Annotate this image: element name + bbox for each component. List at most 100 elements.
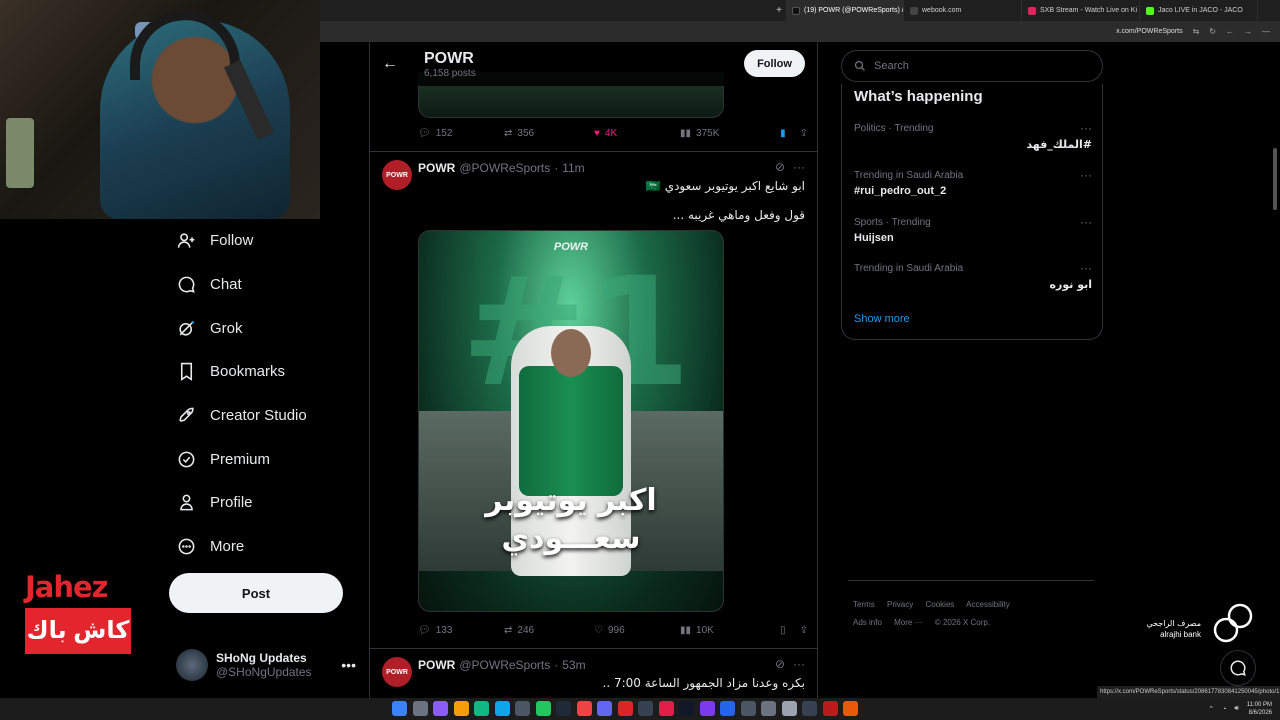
app-icon[interactable] bbox=[474, 701, 489, 716]
chevron-up-icon[interactable]: ⌃ bbox=[1208, 705, 1214, 713]
more-dots-icon[interactable]: ··· bbox=[793, 160, 805, 174]
app-icon[interactable] bbox=[781, 701, 797, 716]
grok-icon[interactable]: ⊘ bbox=[775, 657, 785, 671]
nav-item-premium[interactable]: Premium bbox=[168, 437, 368, 481]
browser-tab-jaco[interactable]: Jaco LIVE in JACO - JACO bbox=[1140, 0, 1258, 21]
show-more-link[interactable]: Show more bbox=[854, 313, 910, 325]
footer-link-more[interactable]: More ··· bbox=[894, 618, 922, 627]
more-dots-icon[interactable]: ··· bbox=[1080, 261, 1092, 275]
app-icon[interactable] bbox=[822, 701, 838, 716]
app-icon[interactable] bbox=[740, 701, 756, 716]
clock[interactable]: 11:00 PM 8/6/2026 bbox=[1247, 701, 1272, 717]
profile-timeline: ← POWR 6,158 posts Follow 💬︎ 152 ⇄ 356 ♥ 4K… bbox=[369, 42, 818, 698]
opera-icon[interactable] bbox=[617, 701, 633, 716]
app-icon[interactable] bbox=[699, 701, 715, 716]
post-card[interactable]: POWR POWR @POWReSports · 53m ⊘ ··· بكره … bbox=[370, 648, 817, 698]
footer-link-ads-info[interactable]: Ads info bbox=[853, 618, 882, 627]
avatar[interactable]: POWR bbox=[382, 160, 412, 190]
like-button[interactable]: ♡ 996 bbox=[594, 625, 680, 636]
footer-link-terms[interactable]: Terms bbox=[853, 600, 875, 609]
share-icon[interactable]: ⇪ bbox=[800, 625, 808, 636]
nav-item-follow[interactable]: Follow bbox=[168, 219, 368, 263]
nav-item-chat[interactable]: Chat bbox=[168, 263, 368, 307]
account-switcher[interactable]: SHoNg Updates @SHoNgUpdates ••• bbox=[176, 645, 356, 685]
file-explorer-icon[interactable] bbox=[453, 701, 469, 716]
repost-button[interactable]: ⇄ 356 bbox=[504, 128, 594, 139]
more-dots-icon[interactable]: ··· bbox=[793, 657, 805, 671]
views-button[interactable]: ▮▮ 375K bbox=[680, 128, 770, 139]
browser-tab-powr[interactable]: (19) POWR (@POWReSports) / ✕ bbox=[786, 0, 904, 21]
url-text[interactable]: x.com/POWReSports bbox=[1116, 28, 1183, 35]
site-settings-icon[interactable]: ⇆ bbox=[1193, 27, 1200, 36]
trend-item[interactable]: Trending in Saudi Arabia ··· ابو نوره bbox=[854, 261, 1092, 291]
author-name[interactable]: POWR bbox=[418, 658, 455, 672]
browser-tab-sxb[interactable]: SXB Stream - Watch Live on Ki bbox=[1022, 0, 1140, 21]
footer-link-privacy[interactable]: Privacy bbox=[887, 600, 913, 609]
volume-icon[interactable]: 🔊︎ bbox=[1234, 705, 1238, 713]
author-name[interactable]: POWR bbox=[418, 161, 455, 175]
address-bar[interactable]: x.com/POWReSports ⇆ ↻ ← → — bbox=[320, 21, 1280, 42]
heart-filled-icon: ♥ bbox=[594, 127, 600, 139]
author-handle[interactable]: @POWReSports bbox=[459, 658, 550, 672]
bookmark-icon[interactable]: ▯ bbox=[780, 625, 786, 636]
author-handle[interactable]: @POWReSports bbox=[459, 161, 550, 175]
new-tab-button[interactable]: + bbox=[772, 5, 786, 16]
app-icon[interactable] bbox=[433, 701, 448, 716]
post-time[interactable]: 11m bbox=[562, 161, 584, 175]
reply-button[interactable]: 💬︎ 152 bbox=[418, 128, 504, 139]
more-dots-icon[interactable]: ··· bbox=[1080, 121, 1092, 135]
app-icon[interactable] bbox=[843, 701, 858, 716]
app-icon[interactable] bbox=[658, 701, 674, 716]
trend-item[interactable]: Sports · Trending ··· Huijsen bbox=[854, 215, 1092, 244]
app-icon[interactable] bbox=[679, 701, 694, 716]
more-dots-icon[interactable]: ··· bbox=[1080, 215, 1092, 229]
post-time[interactable]: 53m bbox=[562, 658, 585, 672]
app-icon[interactable] bbox=[515, 701, 530, 716]
app-icon[interactable] bbox=[597, 701, 612, 716]
minimize-icon[interactable]: — bbox=[1262, 27, 1270, 36]
messages-fab[interactable] bbox=[1220, 650, 1256, 686]
post-image[interactable]: #1 POWR اكبر يوتيوبر سعـــودي bbox=[418, 230, 724, 612]
follow-button[interactable]: Follow bbox=[744, 50, 805, 77]
trend-item[interactable]: Politics · Trending ··· #الملك_فهد bbox=[854, 121, 1092, 151]
network-icon[interactable]: ◔ bbox=[1222, 706, 1226, 713]
app-icon[interactable] bbox=[802, 701, 817, 716]
repost-button[interactable]: ⇄ 246 bbox=[504, 625, 594, 636]
search-input[interactable]: Search bbox=[841, 50, 1103, 82]
nav-item-bookmarks[interactable]: Bookmarks bbox=[168, 350, 368, 394]
nav-item-more[interactable]: More bbox=[168, 525, 368, 569]
app-icon[interactable] bbox=[638, 701, 653, 716]
more-dots-icon[interactable]: ••• bbox=[341, 657, 356, 673]
bookmark-filled-icon[interactable]: ▮ bbox=[780, 128, 786, 139]
avatar[interactable]: POWR bbox=[382, 657, 412, 687]
forward-browser-icon[interactable]: → bbox=[1244, 27, 1252, 36]
share-icon[interactable]: ⇪ bbox=[800, 128, 808, 139]
page-scrollbar[interactable] bbox=[1273, 148, 1277, 210]
edge-icon[interactable] bbox=[494, 701, 510, 716]
steam-icon[interactable] bbox=[556, 701, 571, 716]
grok-icon[interactable]: ⊘ bbox=[775, 160, 785, 174]
footer-link-cookies[interactable]: Cookies bbox=[925, 600, 954, 609]
nav-item-creator-studio[interactable]: Creator Studio bbox=[168, 394, 368, 438]
views-button[interactable]: ▮▮ 10K bbox=[680, 625, 770, 636]
back-arrow-icon[interactable]: ← bbox=[370, 55, 410, 73]
footer-link-accessibility[interactable]: Accessibility bbox=[966, 600, 1010, 609]
chrome-icon[interactable] bbox=[576, 701, 592, 716]
trend-item[interactable]: Trending in Saudi Arabia ··· #rui_pedro_… bbox=[854, 168, 1092, 197]
settings-icon[interactable] bbox=[761, 701, 776, 716]
app-icon[interactable] bbox=[720, 701, 735, 716]
nav-item-grok[interactable]: Grok bbox=[168, 306, 368, 350]
reply-button[interactable]: 💬︎ 133 bbox=[418, 625, 504, 636]
reload-icon[interactable]: ↻ bbox=[1209, 27, 1216, 36]
account-name: SHoNg Updates bbox=[216, 651, 307, 665]
more-dots-icon[interactable]: ··· bbox=[1080, 168, 1092, 182]
back-browser-icon[interactable]: ← bbox=[1226, 27, 1234, 36]
start-icon[interactable] bbox=[392, 701, 407, 716]
like-button[interactable]: ♥ 4K bbox=[594, 128, 680, 139]
widgets-icon[interactable] bbox=[412, 701, 428, 716]
nav-item-profile[interactable]: Profile bbox=[168, 481, 368, 525]
browser-tab-webook[interactable]: webook.com bbox=[904, 0, 1022, 21]
app-icon[interactable] bbox=[535, 701, 551, 716]
post-button[interactable]: Post bbox=[169, 573, 343, 613]
trend-category: Trending in Saudi Arabia bbox=[854, 263, 964, 274]
